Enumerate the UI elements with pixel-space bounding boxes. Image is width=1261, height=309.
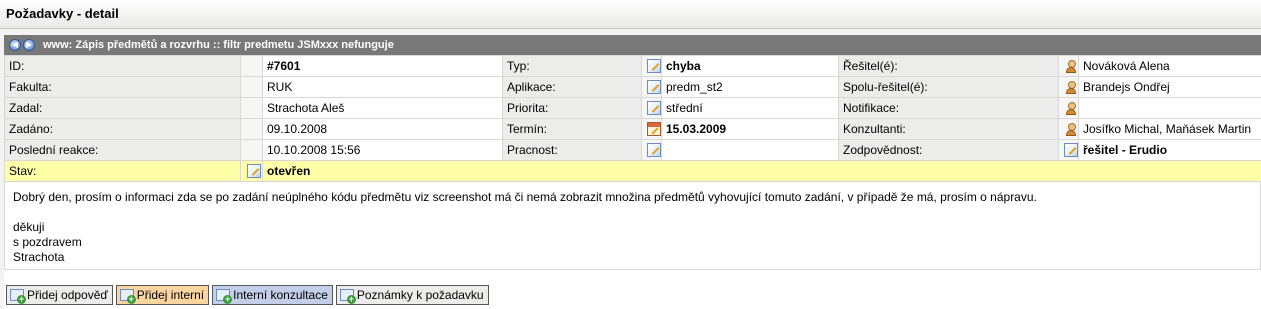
solver-value: Nováková Alena bbox=[1078, 55, 1261, 77]
effort-label: Pracnost: bbox=[502, 139, 642, 161]
request-fields-table: ID: #7601 Typ: chyba Řešitel(é): Novákov… bbox=[4, 55, 1261, 182]
deadline-value: 15.03.2009 bbox=[661, 118, 839, 140]
type-label: Typ: bbox=[502, 55, 642, 77]
add-answer-button[interactable]: Přidej odpověď bbox=[6, 285, 113, 305]
description-line: s pozdravem bbox=[13, 235, 82, 249]
description-blank-line bbox=[13, 205, 1252, 220]
request-notes-icon bbox=[339, 289, 356, 304]
table-row: Fakulta: RUK Aplikace: predm_st2 Spolu-ř… bbox=[4, 76, 1261, 98]
edit-solver-user-icon[interactable] bbox=[1064, 59, 1078, 73]
add-internal-button[interactable]: Přidej interní bbox=[115, 285, 210, 305]
panel-header: ◀ ▶ www: Zápis předmětů a rozvrhu :: fil… bbox=[4, 35, 1261, 55]
request-notes-label: Poznámky k požadavku bbox=[356, 288, 484, 302]
state-label: Stav: bbox=[4, 160, 241, 182]
id-label: ID: bbox=[4, 55, 241, 77]
application-value: predm_st2 bbox=[661, 76, 839, 98]
state-row: Stav: otevřen bbox=[4, 160, 1261, 182]
consultants-label: Konzultanti: bbox=[838, 118, 1059, 140]
page-title: Požadavky - detail bbox=[6, 6, 119, 21]
id-value: #7601 bbox=[262, 55, 503, 77]
last-reaction-label: Poslední reakce: bbox=[4, 139, 241, 161]
faculty-value: RUK bbox=[262, 76, 503, 98]
responsibility-label: Zodpovědnost: bbox=[838, 139, 1059, 161]
edit-consultants-user-icon[interactable] bbox=[1064, 122, 1078, 136]
add-internal-label: Přidej interní bbox=[136, 288, 205, 302]
add-internal-icon bbox=[119, 289, 136, 304]
edit-effort-icon[interactable] bbox=[646, 143, 661, 157]
request-subject: www: Zápis předmětů a rozvrhu :: filtr p… bbox=[43, 39, 394, 51]
responsibility-value: řešitel - Erudio bbox=[1078, 139, 1261, 161]
submitted-value: 09.10.2008 bbox=[262, 118, 503, 140]
edit-priority-icon[interactable] bbox=[646, 101, 661, 115]
request-description: Dobrý den, prosím o informaci zda se po … bbox=[4, 182, 1261, 270]
solver-label: Řešitel(é): bbox=[838, 55, 1059, 77]
internal-consultation-icon bbox=[216, 289, 233, 304]
add-answer-icon bbox=[10, 289, 26, 304]
deadline-label: Termín: bbox=[502, 118, 642, 140]
state-value: otevřen bbox=[262, 160, 1261, 182]
consultants-value: Josífko Michal, Maňásek Martin bbox=[1078, 118, 1261, 140]
edit-co-solver-user-icon[interactable] bbox=[1064, 80, 1078, 94]
type-value: chyba bbox=[661, 55, 839, 77]
empty-icon-cell bbox=[240, 76, 263, 98]
priority-value: střední bbox=[661, 97, 839, 119]
last-reaction-value: 10.10.2008 15:56 bbox=[262, 139, 503, 161]
faculty-label: Fakulta: bbox=[4, 76, 241, 98]
edit-deadline-calendar-icon[interactable] bbox=[646, 122, 661, 136]
empty-icon-cell bbox=[240, 139, 263, 161]
notification-value bbox=[1078, 97, 1261, 119]
co-solver-label: Spolu-řešitel(é): bbox=[838, 76, 1059, 98]
next-request-icon[interactable]: ▶ bbox=[23, 39, 35, 51]
description-line: Strachota bbox=[13, 250, 65, 264]
empty-icon-cell bbox=[240, 55, 263, 77]
notification-label: Notifikace: bbox=[838, 97, 1059, 119]
edit-notification-user-icon[interactable] bbox=[1064, 101, 1078, 115]
edit-application-icon[interactable] bbox=[646, 80, 661, 94]
submitter-label: Zadal: bbox=[4, 97, 241, 119]
edit-type-icon[interactable] bbox=[646, 59, 661, 73]
internal-consultation-label: Interní konzultace bbox=[233, 288, 328, 302]
page-header: Požadavky - detail bbox=[0, 0, 1261, 29]
table-row: ID: #7601 Typ: chyba Řešitel(é): Novákov… bbox=[4, 55, 1261, 77]
empty-icon-cell bbox=[240, 97, 263, 119]
description-line: děkuji bbox=[13, 220, 45, 234]
edit-state-icon[interactable] bbox=[246, 164, 261, 178]
previous-request-icon[interactable]: ◀ bbox=[9, 39, 21, 51]
request-notes-button[interactable]: Poznámky k požadavku bbox=[335, 285, 489, 305]
internal-consultation-button[interactable]: Interní konzultace bbox=[212, 285, 333, 305]
co-solver-value: Brandejs Ondřej bbox=[1078, 76, 1261, 98]
effort-value bbox=[661, 139, 839, 161]
empty-icon-cell bbox=[240, 118, 263, 140]
table-row: Poslední reakce: 10.10.2008 15:56 Pracno… bbox=[4, 139, 1261, 161]
description-line: Dobrý den, prosím o informaci zda se po … bbox=[13, 190, 1037, 204]
priority-label: Priorita: bbox=[502, 97, 642, 119]
submitted-label: Zadáno: bbox=[4, 118, 241, 140]
table-row: Zadal: Strachota Aleš Priorita: střední … bbox=[4, 97, 1261, 119]
application-label: Aplikace: bbox=[502, 76, 642, 98]
add-answer-label: Přidej odpověď bbox=[27, 288, 108, 302]
submitter-value: Strachota Aleš bbox=[262, 97, 503, 119]
table-row: Zadáno: 09.10.2008 Termín: 15.03.2009 Ko… bbox=[4, 118, 1261, 140]
action-buttons: Přidej odpověď Přidej interní Interní ko… bbox=[6, 285, 489, 305]
edit-responsibility-icon[interactable] bbox=[1063, 143, 1078, 157]
request-detail-panel: ◀ ▶ www: Zápis předmětů a rozvrhu :: fil… bbox=[4, 35, 1261, 309]
